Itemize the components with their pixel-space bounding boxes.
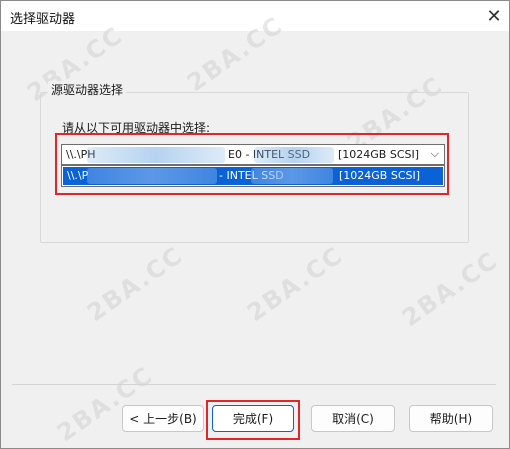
groupbox-label: 源驱动器选择 — [48, 81, 127, 98]
drive-highlight-frame — [55, 133, 449, 195]
close-icon: ✕ — [486, 5, 502, 27]
title-bar: 选择驱动器 ✕ — [1, 1, 509, 31]
close-button[interactable]: ✕ — [479, 1, 509, 31]
back-button[interactable]: < 上一步(B) — [122, 405, 204, 432]
button-separator — [12, 384, 496, 385]
finish-highlight-frame — [206, 400, 300, 440]
cancel-button[interactable]: 取消(C) — [311, 405, 395, 432]
help-button[interactable]: 帮助(H) — [409, 405, 493, 432]
dialog-title: 选择驱动器 — [10, 12, 76, 27]
